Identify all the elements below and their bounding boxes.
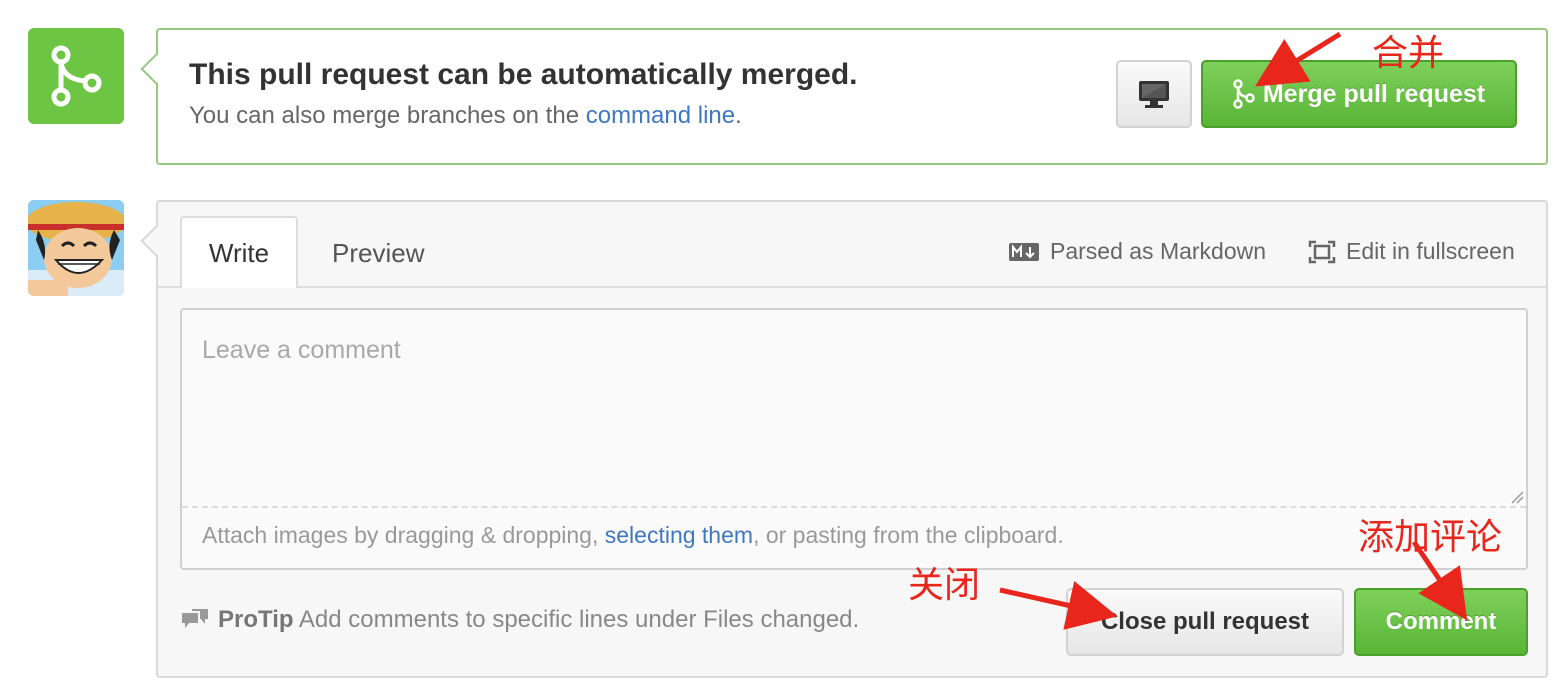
tab-write[interactable]: Write: [180, 216, 298, 288]
merge-status-subtitle: You can also merge branches on the comma…: [189, 102, 742, 130]
open-in-desktop-button[interactable]: [1116, 60, 1192, 128]
attach-text: Attach images by dragging & dropping,: [202, 522, 605, 548]
tab-preview[interactable]: Preview: [332, 218, 424, 288]
merge-button-label: Merge pull request: [1262, 79, 1486, 108]
merge-subtitle-suffix: .: [735, 102, 742, 129]
merge-subtitle-text: You can also merge branches on the: [189, 102, 586, 129]
merge-status-icon-box: [28, 28, 124, 124]
comment-form: Write Preview Parsed as Markdown Edit in…: [140, 200, 1548, 678]
annotation-close: 关闭: [908, 565, 981, 606]
protip-text: Add comments to specific lines under Fil…: [293, 606, 860, 633]
merge-status-title: This pull request can be automatically m…: [189, 58, 858, 91]
close-pull-request-button[interactable]: Close pull request: [1066, 588, 1344, 656]
protip: ProTip Add comments to specific lines un…: [180, 606, 859, 634]
merge-panel: This pull request can be automatically m…: [140, 28, 1548, 165]
select-files-link[interactable]: selecting them: [605, 522, 753, 548]
avatar[interactable]: [28, 200, 124, 296]
attach-images-bar: Attach images by dragging & dropping, se…: [182, 506, 1526, 570]
command-line-link[interactable]: command line: [586, 102, 735, 129]
markdown-note[interactable]: Parsed as Markdown: [1008, 238, 1266, 265]
avatar-image: [28, 200, 124, 296]
fullscreen-label: Edit in fullscreen: [1346, 238, 1515, 264]
markdown-icon: [1009, 242, 1039, 261]
comment-textarea[interactable]: [182, 310, 1526, 506]
merge-pull-request-button[interactable]: Merge pull request: [1201, 60, 1517, 128]
desktop-icon: [1139, 81, 1169, 108]
git-merge-icon: [51, 45, 102, 107]
protip-label: ProTip: [218, 606, 294, 633]
comment-editor: Attach images by dragging & dropping, se…: [180, 308, 1528, 570]
comment-discussion-icon: [182, 609, 208, 628]
annotation-merge: 合并: [1372, 33, 1445, 74]
attach-text-suffix: , or pasting from the clipboard.: [753, 522, 1064, 548]
comment-button[interactable]: Comment: [1354, 588, 1528, 656]
fullscreen-icon: [1308, 240, 1336, 263]
markdown-note-label: Parsed as Markdown: [1050, 238, 1267, 264]
git-merge-icon: [1233, 79, 1255, 109]
annotation-comment: 添加评论: [1358, 517, 1503, 558]
resize-handle[interactable]: [1510, 490, 1524, 504]
edit-fullscreen-link[interactable]: Edit in fullscreen: [1308, 238, 1515, 265]
